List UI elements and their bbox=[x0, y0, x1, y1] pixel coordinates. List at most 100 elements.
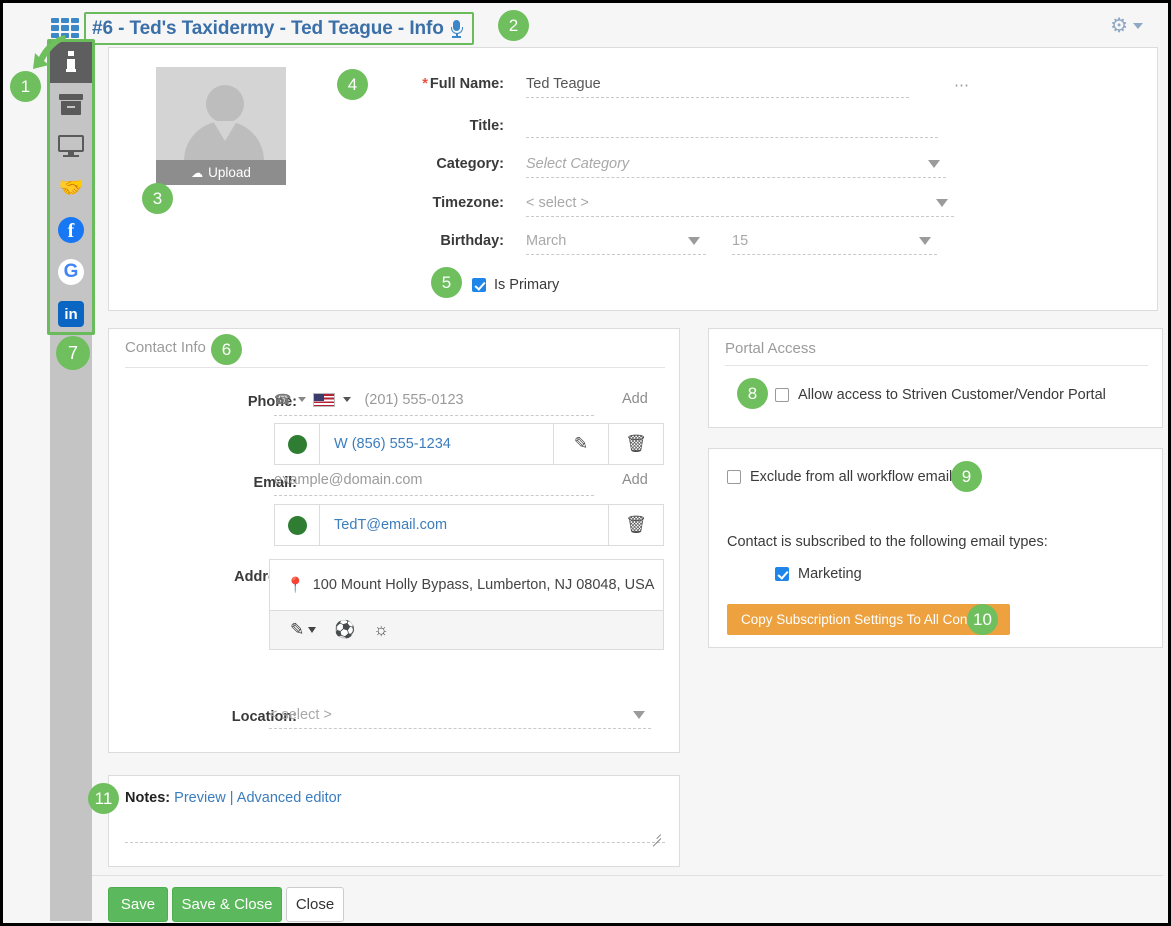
callout-badge-11: 11 bbox=[88, 783, 119, 814]
window-titlebar: #6 - Ted's Taxidermy - Ted Teague - Info… bbox=[6, 6, 1165, 48]
gear-icon[interactable]: ☼ bbox=[373, 620, 389, 640]
chevron-down-icon[interactable] bbox=[688, 237, 700, 245]
edit-icon[interactable]: ✎ bbox=[553, 424, 608, 464]
trash-icon[interactable]: 🗑 bbox=[608, 505, 663, 545]
birthday-day-value: 15 bbox=[732, 233, 748, 249]
phone-status-indicator bbox=[275, 424, 320, 464]
phone-row-value[interactable]: W (856) 555-1234 bbox=[320, 424, 553, 464]
timezone-value: < select > bbox=[526, 195, 589, 211]
handshake-icon: 🤝 bbox=[59, 178, 84, 198]
callout-badge-10: 10 bbox=[967, 604, 998, 635]
timezone-label: Timezone: bbox=[433, 195, 504, 211]
chevron-down-icon[interactable] bbox=[928, 160, 940, 168]
email-row-value[interactable]: TedT@email.com bbox=[320, 505, 608, 545]
upload-photo-button[interactable]: ☁ Upload bbox=[156, 160, 286, 185]
chevron-down-icon[interactable] bbox=[1133, 23, 1143, 29]
save-and-close-button[interactable]: Save & Close bbox=[172, 887, 282, 922]
callout-arrow-1 bbox=[25, 31, 67, 73]
marketing-row[interactable]: Marketing bbox=[775, 566, 862, 582]
sidebar-item-relations[interactable]: 🤝 bbox=[50, 167, 92, 209]
notes-separator: | bbox=[230, 790, 234, 806]
field-birthday: Birthday: March 15 bbox=[379, 233, 1109, 255]
email-add-link[interactable]: Add bbox=[622, 472, 648, 488]
chevron-down-icon[interactable] bbox=[298, 397, 306, 402]
notes-textarea[interactable] bbox=[125, 842, 665, 843]
trash-icon[interactable]: 🗑 bbox=[608, 424, 663, 464]
email-list-row: TedT@email.com 🗑 bbox=[274, 504, 664, 546]
is-primary-label: Is Primary bbox=[494, 277, 559, 293]
callout-badge-7: 7 bbox=[56, 336, 90, 370]
field-timezone: Timezone: < select > bbox=[379, 195, 1109, 217]
chevron-down-icon[interactable] bbox=[343, 397, 351, 402]
settings-menu[interactable]: ⚙ bbox=[1110, 16, 1143, 36]
resize-handle-icon[interactable] bbox=[649, 828, 661, 840]
chevron-down-icon[interactable] bbox=[919, 237, 931, 245]
sidebar-item-google[interactable]: G bbox=[50, 251, 92, 293]
notes-header: Notes: Preview | Advanced editor bbox=[125, 790, 342, 806]
title-label: Title: bbox=[470, 118, 504, 134]
ellipsis-icon[interactable]: ⋯ bbox=[954, 76, 970, 94]
is-primary-row[interactable]: Is Primary bbox=[472, 277, 559, 293]
notes-advanced-editor-link[interactable]: Advanced editor bbox=[237, 790, 342, 806]
close-button[interactable]: Close bbox=[286, 887, 344, 922]
us-flag-icon[interactable] bbox=[313, 393, 335, 407]
field-category: Category: Select Category bbox=[379, 156, 1109, 178]
portal-access-checkbox[interactable] bbox=[775, 388, 789, 402]
birthday-month-select[interactable]: March bbox=[526, 233, 706, 255]
chevron-down-icon[interactable] bbox=[633, 711, 645, 719]
exclude-workflow-checkbox[interactable] bbox=[727, 470, 741, 484]
microphone-icon[interactable] bbox=[450, 19, 464, 39]
phone-input[interactable]: (201) 555-0123 bbox=[364, 392, 463, 408]
avatar-head bbox=[206, 85, 244, 123]
phone-icon[interactable]: ☎ bbox=[274, 391, 291, 408]
info-icon bbox=[66, 51, 76, 73]
contact-main-panel: ☁ Upload *Full Name: Ted Teague ⋯ Title:… bbox=[108, 47, 1158, 311]
birthday-label: Birthday: bbox=[440, 233, 504, 249]
required-marker: * bbox=[422, 76, 428, 92]
timezone-select[interactable]: < select > bbox=[526, 195, 954, 217]
category-select[interactable]: Select Category bbox=[526, 156, 946, 178]
phone-list-row: W (856) 555-1234 ✎ 🗑 bbox=[274, 423, 664, 465]
globe-icon[interactable]: ⚽ bbox=[334, 620, 355, 640]
exclude-workflow-row[interactable]: Exclude from all workflow emails bbox=[727, 469, 960, 485]
phone-add-link[interactable]: Add bbox=[622, 391, 648, 407]
callout-badge-3: 3 bbox=[142, 183, 173, 214]
location-select[interactable]: < select > bbox=[269, 707, 651, 729]
marketing-label: Marketing bbox=[798, 566, 862, 582]
callout-badge-2: 2 bbox=[498, 10, 529, 41]
full-name-input[interactable]: Ted Teague bbox=[526, 76, 909, 98]
email-status-indicator bbox=[275, 505, 320, 545]
title-input[interactable] bbox=[526, 118, 938, 138]
field-title: Title: bbox=[379, 118, 1109, 138]
archive-icon bbox=[59, 94, 83, 115]
cloud-upload-icon: ☁ bbox=[191, 166, 203, 180]
portal-access-label: Allow access to Striven Customer/Vendor … bbox=[798, 387, 1106, 403]
email-settings-panel: Exclude from all workflow emails Contact… bbox=[708, 448, 1163, 648]
address-line[interactable]: 📍 100 Mount Holly Bypass, Lumberton, NJ … bbox=[270, 560, 663, 610]
callout-badge-9: 9 bbox=[951, 461, 982, 492]
edit-dropdown-icon[interactable]: ✎ bbox=[290, 620, 316, 640]
exclude-workflow-label: Exclude from all workflow emails bbox=[750, 469, 960, 485]
sidebar-item-facebook[interactable]: f bbox=[50, 209, 92, 251]
full-name-label: Full Name: bbox=[430, 76, 504, 92]
contact-photo[interactable]: ☁ Upload bbox=[156, 67, 286, 185]
email-input[interactable]: example@domain.com bbox=[274, 472, 594, 496]
address-toolbar: ✎ ⚽ ☼ bbox=[270, 610, 663, 649]
chevron-down-icon[interactable] bbox=[936, 199, 948, 207]
contact-info-heading: Contact Info bbox=[125, 339, 206, 356]
sidebar-item-archive[interactable] bbox=[50, 83, 92, 125]
phone-input-row[interactable]: ☎ (201) 555-0123 bbox=[274, 391, 594, 416]
portal-access-row[interactable]: Allow access to Striven Customer/Vendor … bbox=[775, 387, 1106, 403]
address-value: 100 Mount Holly Bypass, Lumberton, NJ 08… bbox=[313, 577, 655, 593]
marketing-checkbox[interactable] bbox=[775, 567, 789, 581]
category-value: Select Category bbox=[526, 156, 629, 172]
sidebar-item-linkedin[interactable]: in bbox=[50, 293, 92, 335]
page-title-highlight: #6 - Ted's Taxidermy - Ted Teague - Info bbox=[84, 12, 474, 45]
page-title: #6 - Ted's Taxidermy - Ted Teague - Info bbox=[92, 18, 444, 40]
save-button[interactable]: Save bbox=[108, 887, 168, 922]
birthday-day-select[interactable]: 15 bbox=[732, 233, 937, 255]
notes-preview-link[interactable]: Preview bbox=[174, 790, 226, 806]
gear-icon[interactable]: ⚙ bbox=[1110, 16, 1128, 36]
sidebar-item-portal[interactable] bbox=[50, 125, 92, 167]
is-primary-checkbox[interactable] bbox=[472, 278, 486, 292]
